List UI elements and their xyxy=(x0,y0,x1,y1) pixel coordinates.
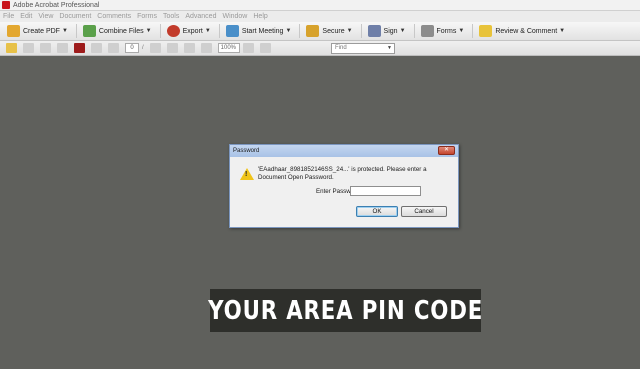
review-comment-icon xyxy=(479,25,493,37)
password-dialog: Password ✕ ! 'EAadhaar_8981852146SS_24..… xyxy=(229,144,459,228)
toolbar-divider xyxy=(218,24,220,38)
review-comment-label: Review & Comment xyxy=(495,27,558,35)
close-icon[interactable]: ✕ xyxy=(438,146,455,155)
toolbar-divider xyxy=(299,24,301,38)
zoom-in-icon[interactable] xyxy=(200,43,212,53)
caption-banner: YOUR AREA PIN CODE xyxy=(208,289,483,332)
select-tool-icon[interactable] xyxy=(166,43,178,53)
menu-bar: File Edit View Document Comments Forms T… xyxy=(0,11,640,22)
sign-label: Sign xyxy=(383,27,398,35)
page-separator: / xyxy=(142,45,144,51)
menu-view[interactable]: View xyxy=(38,13,53,20)
save-icon[interactable] xyxy=(57,43,68,53)
toolbar-divider xyxy=(472,24,474,38)
print-icon[interactable] xyxy=(23,43,34,53)
chevron-down-icon: ▼ xyxy=(204,28,211,34)
start-meeting-button[interactable]: Start Meeting ▼ xyxy=(223,24,295,39)
chevron-down-icon: ▼ xyxy=(458,28,465,34)
chevron-down-icon[interactable]: ▼ xyxy=(387,44,392,53)
forms-button[interactable]: Forms ▼ xyxy=(418,24,468,39)
arrow-down-icon[interactable] xyxy=(108,43,119,53)
dialog-titlebar: Password ✕ xyxy=(230,145,458,157)
combine-files-icon xyxy=(82,25,96,37)
review-comment-button[interactable]: Review & Comment ▼ xyxy=(476,24,568,39)
pen-icon xyxy=(367,25,381,37)
export-button[interactable]: Export ▼ xyxy=(164,24,214,39)
create-pdf-icon xyxy=(7,25,20,37)
forms-icon xyxy=(420,25,434,37)
chevron-down-icon: ▼ xyxy=(559,28,566,34)
menu-tools[interactable]: Tools xyxy=(163,13,179,20)
chevron-down-icon: ▼ xyxy=(145,28,152,34)
hand-tool-icon[interactable] xyxy=(149,43,161,53)
toolbar-divider xyxy=(75,24,77,38)
zoom-out-icon[interactable] xyxy=(183,43,195,53)
toolbar-divider xyxy=(360,24,362,38)
window-title: Adobe Acrobat Professional xyxy=(13,1,100,9)
create-pdf-button[interactable]: Create PDF ▼ xyxy=(4,24,71,39)
window-titlebar: Adobe Acrobat Professional xyxy=(0,0,640,11)
create-pdf-label: Create PDF xyxy=(23,27,60,35)
menu-window[interactable]: Window xyxy=(222,13,247,20)
warning-exclamation: ! xyxy=(245,171,248,178)
find-placeholder: Find xyxy=(335,45,347,51)
menu-document[interactable]: Document xyxy=(59,13,91,20)
menu-help[interactable]: Help xyxy=(253,13,267,20)
page-number-input[interactable]: 0 xyxy=(125,43,139,53)
zoom-input[interactable]: 100% xyxy=(217,43,240,53)
caption-text: YOUR AREA PIN CODE xyxy=(208,295,483,326)
cancel-button[interactable]: Cancel xyxy=(401,206,447,217)
toolbar-divider xyxy=(413,24,415,38)
forms-label: Forms xyxy=(436,27,457,35)
fit-width-icon[interactable] xyxy=(259,43,271,53)
chevron-down-icon: ▼ xyxy=(61,28,68,34)
lock-icon xyxy=(306,25,320,37)
password-input[interactable] xyxy=(350,186,421,196)
navigation-toolbar: 0 / 100% Find ▼ xyxy=(0,41,640,56)
menu-edit[interactable]: Edit xyxy=(20,13,32,20)
combine-files-label: Combine Files xyxy=(98,27,144,35)
chevron-down-icon: ▼ xyxy=(346,28,353,34)
chevron-down-icon: ▼ xyxy=(285,28,292,34)
find-field[interactable]: Find ▼ xyxy=(331,43,395,54)
menu-advanced[interactable]: Advanced xyxy=(185,13,216,20)
menu-forms[interactable]: Forms xyxy=(137,13,157,20)
chevron-down-icon: ▼ xyxy=(399,28,406,34)
email-icon[interactable] xyxy=(40,43,51,53)
tasks-toolbar: Create PDF ▼ Combine Files ▼ Export ▼ St… xyxy=(0,22,640,41)
dialog-message: 'EAadhaar_8981852146SS_24...' is protect… xyxy=(258,166,427,181)
ok-button[interactable]: OK xyxy=(356,206,398,217)
menu-comments[interactable]: Comments xyxy=(97,13,131,20)
camera-icon[interactable] xyxy=(74,43,85,53)
start-meeting-label: Start Meeting xyxy=(241,27,284,35)
export-label: Export xyxy=(182,27,203,35)
combine-files-button[interactable]: Combine Files ▼ xyxy=(80,24,155,39)
export-icon xyxy=(166,25,180,37)
open-folder-icon[interactable] xyxy=(6,43,17,53)
meeting-icon xyxy=(225,25,239,37)
menu-file[interactable]: File xyxy=(3,13,14,20)
sign-button[interactable]: Sign ▼ xyxy=(365,24,409,39)
arrow-up-icon[interactable] xyxy=(91,43,102,53)
toolbar-divider xyxy=(159,24,161,38)
dialog-title: Password xyxy=(233,148,260,154)
acrobat-icon xyxy=(2,1,10,9)
fit-page-icon[interactable] xyxy=(242,43,254,53)
secure-button[interactable]: Secure ▼ xyxy=(303,24,355,39)
secure-label: Secure xyxy=(322,27,345,35)
